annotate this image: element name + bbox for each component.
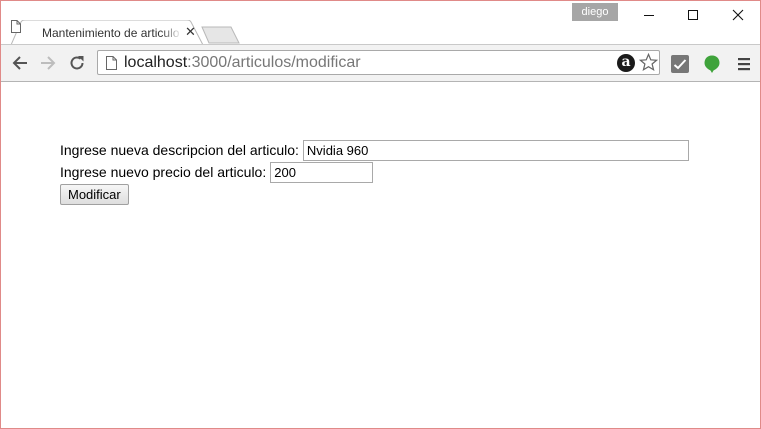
tab-close-icon[interactable]: ✕ <box>185 24 196 40</box>
menu-icon[interactable] <box>734 54 754 74</box>
url-host: localhost <box>124 54 188 71</box>
modify-button[interactable]: Modificar <box>60 184 129 205</box>
forward-arrow-icon[interactable] <box>39 54 57 72</box>
browser-toolbar: localhost:3000/articulos/modificar a <box>1 45 760 82</box>
extension-check-icon[interactable] <box>670 54 690 74</box>
description-input[interactable] <box>302 139 689 161</box>
page-content: Ingrese nueva descripcion del articulo: … <box>1 82 760 428</box>
description-label: Ingrese nueva descripcion del articulo: <box>60 142 299 158</box>
browser-window: Mantenimiento de articulo ✕ diego localh… <box>0 0 761 429</box>
url-path: :3000/articulos/modificar <box>187 54 361 71</box>
minimize-icon[interactable] <box>626 1 672 31</box>
tab-title: Mantenimiento de articulo <box>42 26 180 40</box>
address-bar[interactable]: localhost:3000/articulos/modificar a <box>97 50 660 75</box>
modify-article-form: Ingrese nueva descripcion del articulo: … <box>60 139 689 205</box>
close-icon[interactable] <box>715 1 760 31</box>
page-icon <box>11 20 21 33</box>
description-row: Ingrese nueva descripcion del articulo: <box>60 139 689 161</box>
price-input[interactable] <box>270 161 374 183</box>
reload-icon[interactable] <box>68 54 86 72</box>
price-row: Ingrese nuevo precio del articulo: <box>60 161 689 183</box>
new-tab-button[interactable] <box>201 26 241 44</box>
page-icon <box>106 56 117 70</box>
price-label: Ingrese nuevo precio del articulo: <box>60 164 267 180</box>
active-tab[interactable]: Mantenimiento de articulo ✕ <box>11 20 203 45</box>
url-text[interactable]: localhost:3000/articulos/modificar <box>124 54 361 72</box>
profile-badge[interactable]: diego <box>572 3 618 21</box>
bookmark-star-icon[interactable] <box>639 53 658 72</box>
back-arrow-icon[interactable] <box>11 54 29 72</box>
maximize-icon[interactable] <box>670 1 716 31</box>
amazon-extension-icon[interactable]: a <box>617 54 635 72</box>
evernote-extension-icon[interactable] <box>702 54 722 74</box>
submit-row: Modificar <box>60 183 689 205</box>
tab-strip: Mantenimiento de articulo ✕ diego <box>1 1 760 45</box>
